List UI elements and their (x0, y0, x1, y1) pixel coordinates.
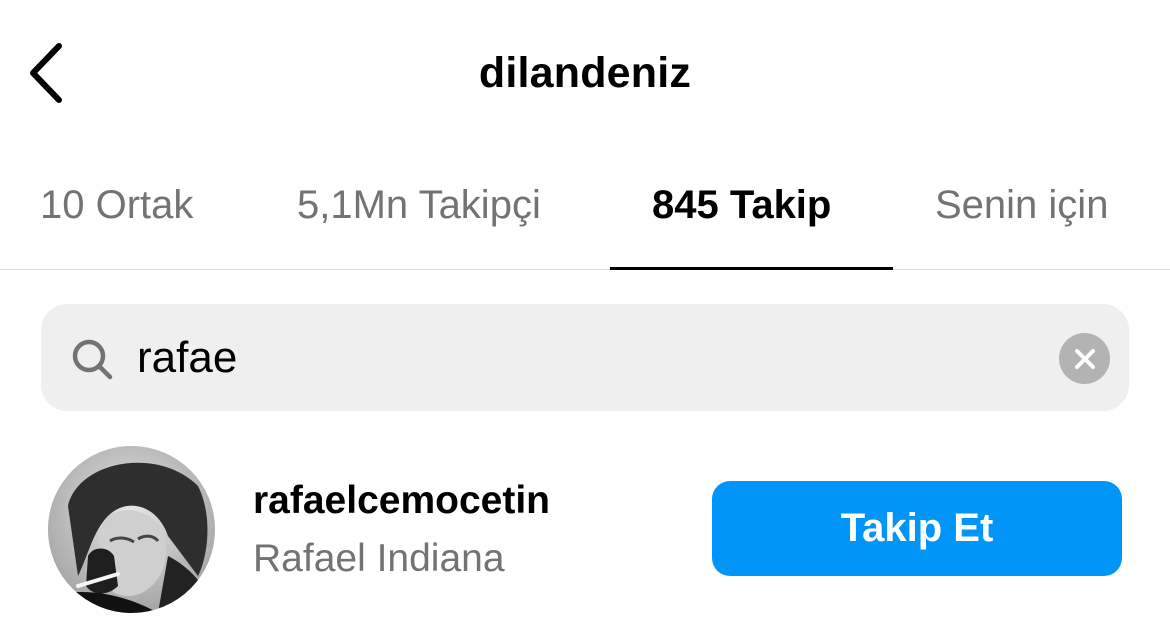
follow-button[interactable]: Takip Et (712, 481, 1122, 576)
avatar[interactable] (48, 446, 215, 613)
clear-search-button[interactable] (1059, 333, 1110, 384)
full-name: Rafael Indiana (253, 537, 505, 580)
search-icon (72, 339, 113, 380)
username[interactable]: rafaelcemocetin (253, 478, 550, 524)
profile-photo (48, 446, 215, 613)
tab-followers[interactable]: 5,1Mn Takipçi (297, 181, 541, 229)
tab-for-you[interactable]: Senin için (935, 181, 1108, 229)
top-bar: dilandeniz (0, 0, 1170, 145)
tab-following[interactable]: 845 Takip (652, 181, 831, 229)
clear-icon (1074, 348, 1095, 369)
user-list-item[interactable]: rafaelcemocetin Rafael Indiana Takip Et (0, 440, 1170, 620)
page-title: dilandeniz (478, 49, 692, 97)
tab-bar: 10 Ortak 5,1Mn Takipçi 845 Takip Senin i… (0, 145, 1170, 270)
search-input[interactable] (137, 328, 1017, 388)
tab-mutual[interactable]: 10 Ortak (40, 181, 193, 229)
active-tab-indicator (610, 267, 893, 270)
